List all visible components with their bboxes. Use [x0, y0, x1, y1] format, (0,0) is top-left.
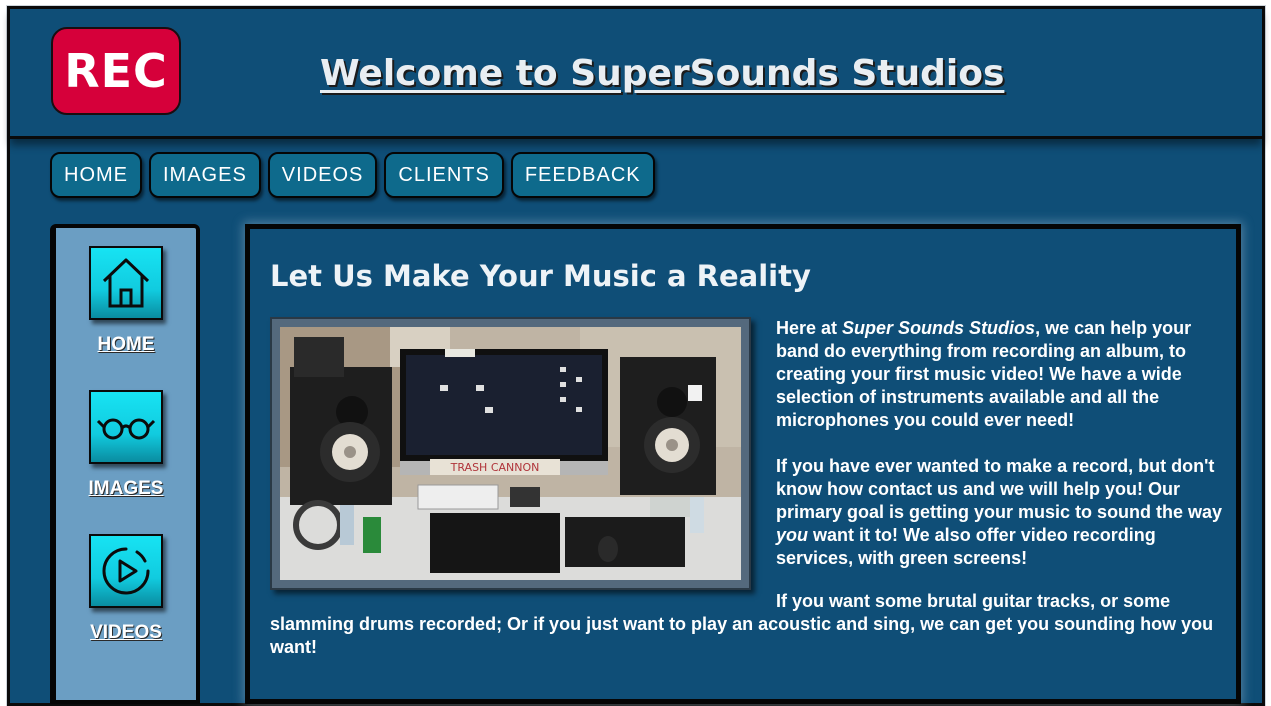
emphasis-you: you [776, 525, 809, 545]
sidebar-item-videos-label[interactable]: VIDEOS [56, 622, 196, 644]
main-heading: Let Us Make Your Music a Reality [270, 259, 811, 293]
sidebar: HOME IMAGES VIDEOS [50, 224, 200, 704]
sidebar-item-home[interactable]: HOME [56, 246, 196, 356]
site-header: REC Welcome to SuperSounds Studios [10, 9, 1262, 139]
contact-text-a: If you have ever wanted to make a record… [776, 456, 1223, 522]
trash-cannon-sign: TRASH CANNON [450, 461, 540, 474]
studio-name: Super Sounds Studios [842, 318, 1036, 338]
sidebar-item-videos[interactable]: VIDEOS [56, 534, 196, 644]
page-frame: REC Welcome to SuperSounds Studios HOME … [7, 6, 1265, 706]
play-icon[interactable] [89, 534, 163, 608]
nav-feedback-button[interactable]: FEEDBACK [510, 152, 655, 198]
main-content: Let Us Make Your Music a Reality Here at… [245, 224, 1241, 704]
nav-home-button[interactable]: HOME [50, 152, 142, 198]
sidebar-item-images[interactable]: IMAGES [56, 390, 196, 500]
studio-photo: TRASH CANNON [270, 317, 751, 590]
contact-text-b: want it to! We also offer video recordin… [776, 525, 1156, 568]
top-nav: HOME IMAGES VIDEOS CLIENTS FEEDBACK [50, 152, 655, 198]
site-title: Welcome to SuperSounds Studios [320, 53, 1005, 94]
guitar-text-a: If you want some [776, 591, 928, 611]
studio-photo-image: TRASH CANNON [280, 327, 741, 580]
contact-paragraph: If you have ever wanted to make a record… [776, 455, 1225, 570]
rec-logo[interactable]: REC [51, 27, 181, 115]
sidebar-item-images-label[interactable]: IMAGES [56, 478, 196, 500]
nav-clients-button[interactable]: CLIENTS [384, 152, 504, 198]
intro-paragraph: Here at Super Sounds Studios, we can hel… [776, 317, 1225, 432]
nav-images-button[interactable]: IMAGES [149, 152, 261, 198]
glasses-icon[interactable] [89, 390, 163, 464]
emphasis-brutal: brutal [927, 591, 978, 611]
intro-text-a: Here at [776, 318, 843, 338]
sidebar-item-home-label[interactable]: HOME [56, 334, 196, 356]
guitar-text-b: guitar tracks, or some slamming drums re… [270, 591, 1214, 657]
guitar-paragraph: If you want some brutal guitar tracks, o… [270, 590, 1225, 659]
house-icon[interactable] [89, 246, 163, 320]
nav-videos-button[interactable]: VIDEOS [267, 152, 378, 198]
